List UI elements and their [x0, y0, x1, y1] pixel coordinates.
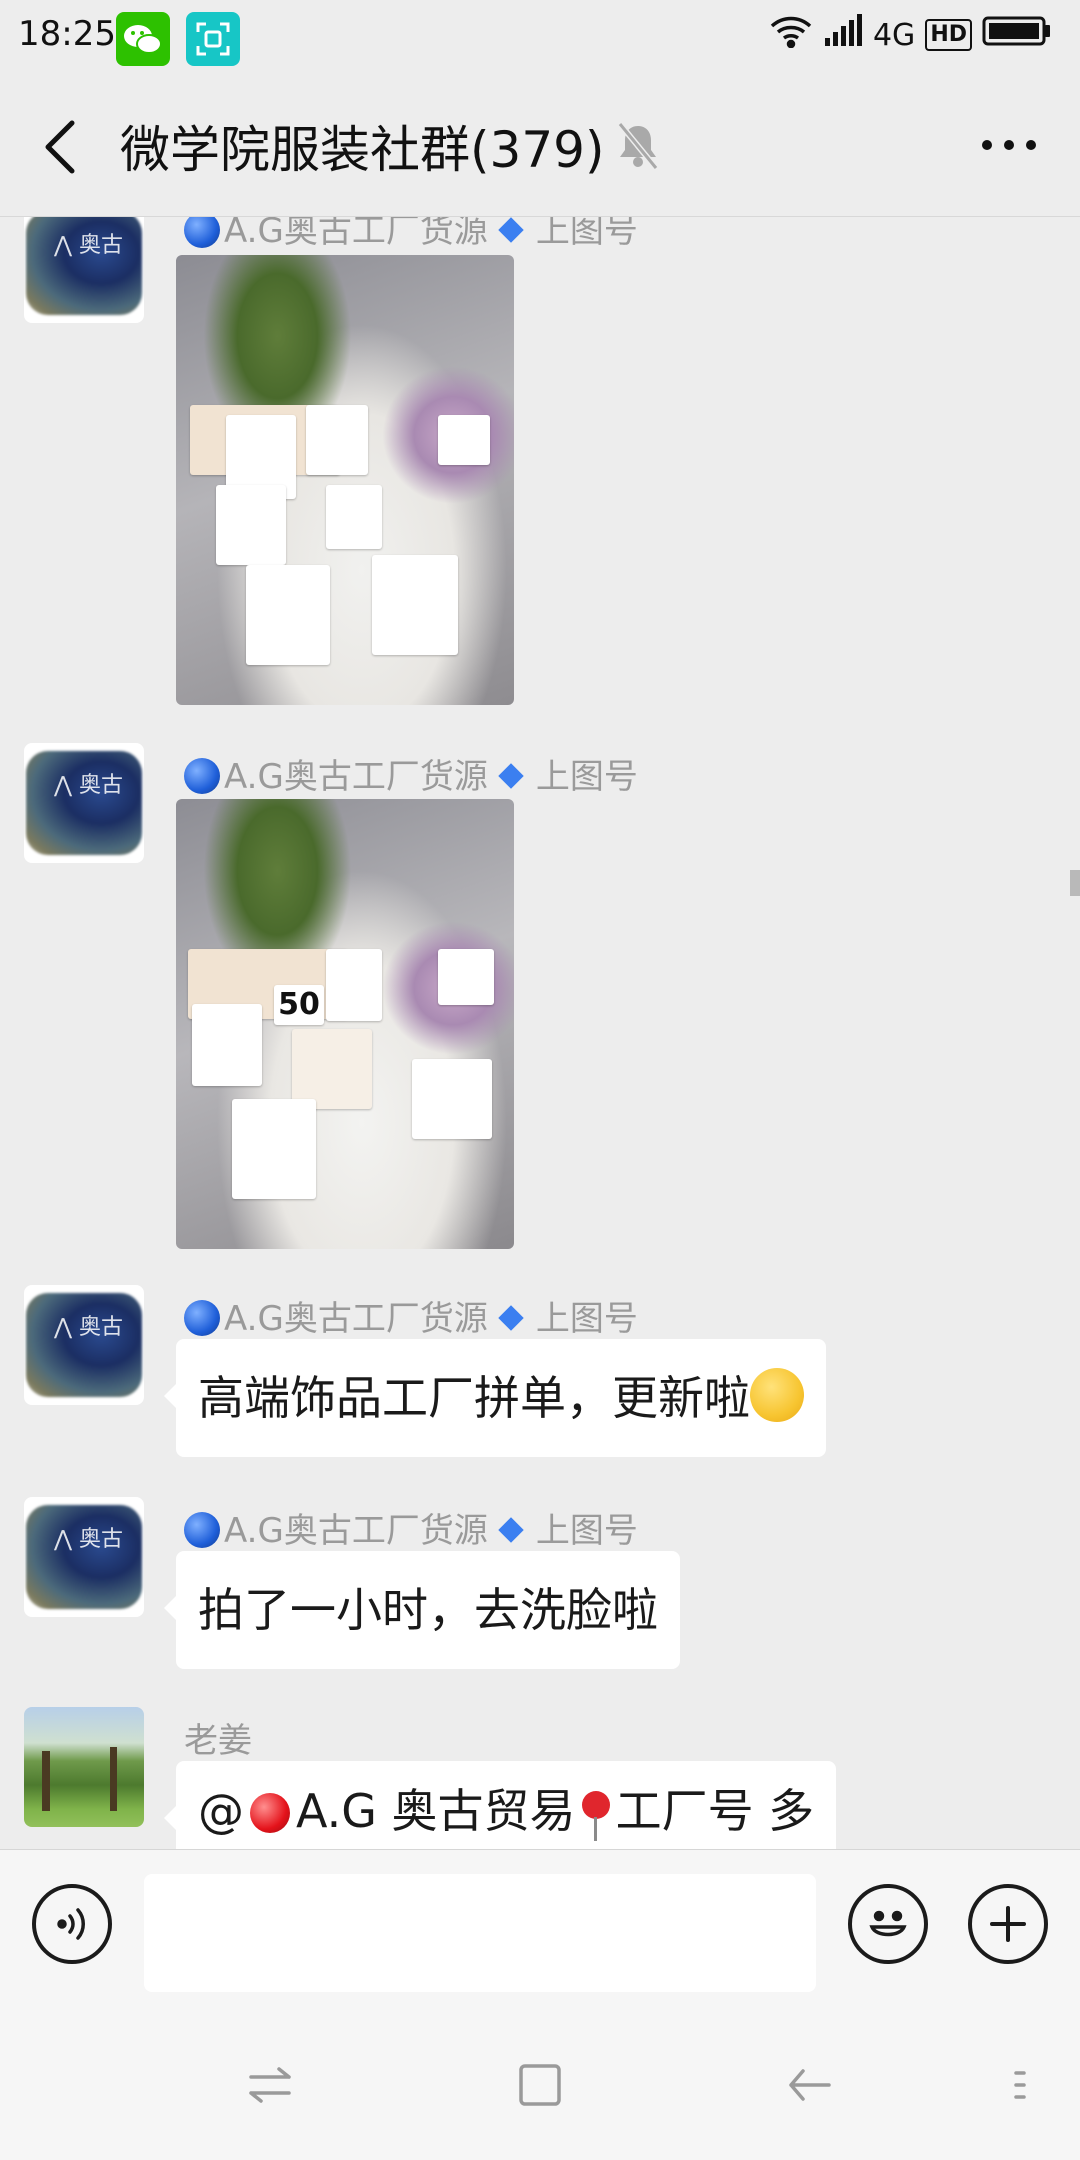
- chat-input-bar: [0, 1849, 1080, 2012]
- switch-icon[interactable]: [240, 2055, 300, 2115]
- sender-avatar[interactable]: ⋀ 奥古: [24, 217, 144, 323]
- message-item: ⋀ 奥古 A.G奥古工厂货源 上图号 高端饰品工厂拼单，更新啦: [0, 1285, 1080, 1475]
- avatar-logo: ⋀ 奥古: [54, 233, 124, 258]
- signal-icon: [823, 14, 863, 56]
- sender-name: 老姜: [184, 1721, 252, 1761]
- plus-icon[interactable]: [968, 1884, 1048, 1964]
- message-text: 拍了一小时，去洗脸啦: [198, 1583, 658, 1637]
- diamond-icon: [498, 763, 524, 789]
- battery-icon: [982, 15, 1052, 55]
- price-tag: 50: [274, 985, 324, 1025]
- blue-circle-icon: [184, 758, 220, 794]
- avatar-logo: ⋀ 奥古: [54, 773, 124, 798]
- avatar-logo: ⋀ 奥古: [54, 1527, 124, 1552]
- mention-at: @: [198, 1784, 244, 1838]
- blue-circle-icon: [184, 1300, 220, 1336]
- more-icon[interactable]: [974, 120, 1044, 170]
- message-text: A.G 奥古贸易: [296, 1784, 576, 1838]
- message-item: ⋀ 奥古 A.G奥古工厂货源 上图号: [0, 217, 1080, 723]
- emoji-icon[interactable]: [848, 1884, 928, 1964]
- menu-icon[interactable]: [990, 2055, 1050, 2115]
- text-message-bubble[interactable]: 拍了一小时，去洗脸啦: [164, 1551, 680, 1669]
- sender-name: A.G奥古工厂货源 上图号: [184, 217, 638, 252]
- message-item: 老姜 @ A.G 奥古贸易 工厂号 多: [0, 1707, 1080, 1849]
- sender-avatar[interactable]: ⋀ 奥古: [24, 743, 144, 863]
- message-input[interactable]: [144, 1874, 816, 1992]
- muted-bell-icon: [614, 120, 662, 172]
- status-time: 18:25: [18, 14, 116, 54]
- message-text: 工厂号 多: [615, 1784, 815, 1838]
- home-square-icon[interactable]: [510, 2055, 570, 2115]
- status-bar: 18:25 4G HD: [0, 0, 1080, 76]
- round-pushpin-icon: [581, 1791, 610, 1841]
- text-message-bubble[interactable]: @ A.G 奥古贸易 工厂号 多: [163, 1761, 837, 1849]
- back-arrow-icon[interactable]: [30, 112, 90, 182]
- system-navigation-bar: [0, 2011, 1080, 2160]
- diamond-icon: [498, 217, 524, 243]
- voice-icon[interactable]: [32, 1884, 112, 1964]
- diamond-icon: [498, 1517, 524, 1543]
- sender-avatar[interactable]: ⋀ 奥古: [24, 1285, 144, 1405]
- message-item: ⋀ 奥古 A.G奥古工厂货源 上图号 50: [0, 743, 1080, 1263]
- message-text: 高端饰品工厂拼单，更新啦: [198, 1371, 750, 1425]
- scan-icon: [186, 12, 240, 66]
- network-type: 4G: [872, 17, 916, 53]
- page-title: 微学院服装社群(379): [120, 121, 605, 179]
- hd-badge: HD: [925, 19, 972, 51]
- blue-circle-icon: [184, 1512, 220, 1548]
- sender-name: A.G奥古工厂货源 上图号: [184, 1503, 638, 1552]
- chat-header: 微学院服装社群(379): [0, 76, 1080, 217]
- avatar-logo: ⋀ 奥古: [54, 1315, 124, 1340]
- wifi-icon: [769, 14, 813, 56]
- sender-avatar[interactable]: ⋀ 奥古: [24, 1497, 144, 1617]
- sender-name: A.G奥古工厂货源 上图号: [184, 749, 638, 798]
- sender-avatar[interactable]: [24, 1707, 144, 1827]
- text-message-bubble[interactable]: 高端饰品工厂拼单，更新啦: [164, 1339, 826, 1457]
- scrollbar[interactable]: [1070, 870, 1080, 896]
- wechat-icon: [116, 12, 170, 66]
- chat-message-list[interactable]: ⋀ 奥古 A.G奥古工厂货源上图号 ⋀ 奥古 A.G奥古工厂货源上图号 50: [0, 217, 1080, 1849]
- smiling-face-emoji-icon: [750, 1368, 804, 1422]
- message-item: ⋀ 奥古 A.G奥古工厂货源 上图号 拍了一小时，去洗脸啦: [0, 1497, 1080, 1687]
- image-message[interactable]: 50: [176, 799, 514, 1249]
- sender-name: A.G奥古工厂货源 上图号: [184, 1291, 638, 1340]
- red-circle-icon: [250, 1793, 290, 1833]
- back-icon[interactable]: [780, 2055, 840, 2115]
- blue-circle-icon: [184, 217, 220, 248]
- diamond-icon: [498, 1305, 524, 1331]
- image-message[interactable]: [176, 255, 514, 705]
